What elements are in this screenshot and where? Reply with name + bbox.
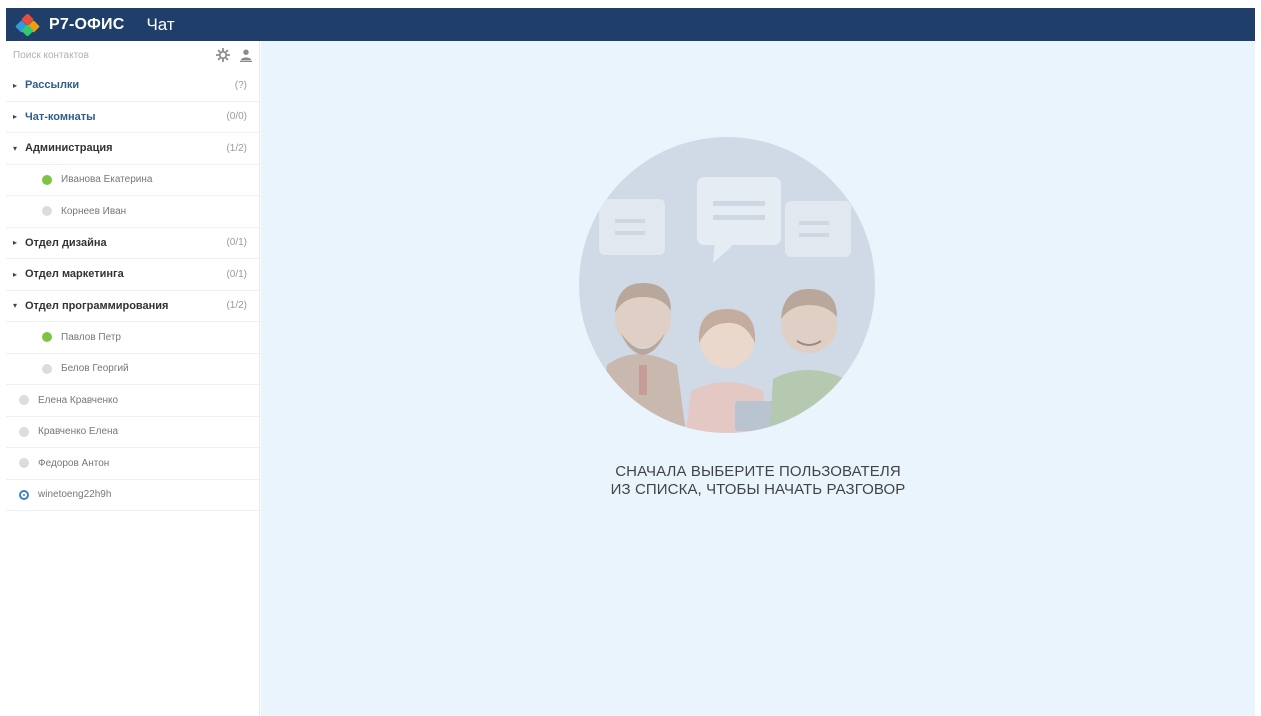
group-programming[interactable]: ▾ Отдел программирования (1/2) xyxy=(6,291,259,322)
r7-logo-icon xyxy=(15,13,40,36)
chat-main-area: СНАЧАЛА ВЫБЕРИТЕ ПОЛЬЗОВАТЕЛЯ ИЗ СПИСКА,… xyxy=(261,41,1255,716)
contact-name: winetoeng22h9h xyxy=(38,489,112,501)
contact-item-self[interactable]: winetoeng22h9h xyxy=(6,480,259,511)
contact-item[interactable]: Федоров Антон xyxy=(6,448,259,480)
self-status-icon xyxy=(19,489,29,500)
group-chat-rooms[interactable]: ▸ Чат-комнаты (0/0) xyxy=(6,102,259,133)
empty-state-message: СНАЧАЛА ВЫБЕРИТЕ ПОЛЬЗОВАТЕЛЯ ИЗ СПИСКА,… xyxy=(261,463,1255,499)
caret-right-icon[interactable]: ▸ xyxy=(13,112,23,121)
offline-status-icon xyxy=(19,458,29,469)
contact-name: Елена Кравченко xyxy=(38,394,119,406)
empty-chat-illustration xyxy=(579,137,875,433)
group-name: Администрация xyxy=(25,142,113,155)
contact-item[interactable]: Кравченко Елена xyxy=(6,417,259,448)
search-contacts-input[interactable] xyxy=(13,45,203,66)
group-name: Чат-комнаты xyxy=(25,110,96,123)
group-count: (1/2) xyxy=(226,300,247,312)
search-row xyxy=(6,41,259,70)
offline-status-icon xyxy=(42,206,52,217)
contact-name: Федоров Антон xyxy=(38,457,110,469)
group-name: Отдел маркетинга xyxy=(25,268,124,281)
group-name: Рассылки xyxy=(25,79,80,92)
contact-name: Павлов Петр xyxy=(61,331,121,343)
group-count: (1/2) xyxy=(226,142,247,154)
contact-name: Корнеев Иван xyxy=(61,205,127,217)
offline-status-icon xyxy=(19,426,29,437)
chat-app: Р7-ОФИС Чат Поиск контактов ▸ Рассылки (… xyxy=(6,8,1255,716)
gear-icon[interactable] xyxy=(216,48,230,62)
r7-logo[interactable]: Р7-ОФИС xyxy=(14,13,125,36)
online-status-icon xyxy=(42,174,52,185)
group-marketing[interactable]: ▸ Отдел маркетинга (0/1) xyxy=(6,259,259,291)
group-count: (0/0) xyxy=(226,111,247,123)
top-bar: Р7-ОФИС Чат xyxy=(6,8,1255,41)
group-administration[interactable]: ▾ Администрация (1/2) xyxy=(6,133,259,165)
caret-down-icon[interactable]: ▾ xyxy=(13,301,23,310)
contact-item[interactable]: Елена Кравченко xyxy=(6,385,259,417)
offline-status-icon xyxy=(42,363,52,374)
group-design[interactable]: ▸ Отдел дизайна (0/1) xyxy=(6,228,259,259)
caret-right-icon[interactable]: ▸ xyxy=(13,270,23,279)
module-title[interactable]: Чат xyxy=(146,15,174,35)
empty-state-line-1: СНАЧАЛА ВЫБЕРИТЕ ПОЛЬЗОВАТЕЛЯ xyxy=(615,463,901,480)
contact-item[interactable]: Корнеев Иван xyxy=(6,196,259,228)
caret-right-icon[interactable]: ▸ xyxy=(13,81,23,90)
contact-list: ▸ Рассылки (?) ▸ Чат-комнаты (0/0) ▾ Адм… xyxy=(6,70,259,511)
group-count: (0/1) xyxy=(226,237,247,249)
contact-item[interactable]: Белов Георгий xyxy=(6,354,259,385)
empty-state-line-2: ИЗ СПИСКА, ЧТОБЫ НАЧАТЬ РАЗГОВОР xyxy=(610,481,906,498)
contacts-sidebar: ▸ Рассылки (?) ▸ Чат-комнаты (0/0) ▾ Адм… xyxy=(6,41,260,716)
caret-right-icon[interactable]: ▸ xyxy=(13,238,23,247)
group-name: Отдел программирования xyxy=(25,299,169,312)
contact-name: Белов Георгий xyxy=(61,363,129,375)
contact-item[interactable]: Павлов Петр xyxy=(6,322,259,354)
group-count: (0/1) xyxy=(226,268,247,280)
offline-status-icon xyxy=(19,395,29,406)
contact-name: Кравченко Елена xyxy=(38,426,119,438)
group-broadcasts[interactable]: ▸ Рассылки (?) xyxy=(6,70,259,102)
caret-down-icon[interactable]: ▾ xyxy=(13,144,23,153)
group-name: Отдел дизайна xyxy=(25,236,107,249)
online-status-icon xyxy=(42,332,52,343)
contact-item[interactable]: Иванова Екатерина xyxy=(6,165,259,196)
sidebar-tools xyxy=(216,48,253,62)
contact-name: Иванова Екатерина xyxy=(61,174,153,186)
brand-name: Р7-ОФИС xyxy=(49,15,125,33)
group-count: (?) xyxy=(234,79,247,91)
add-user-icon[interactable] xyxy=(239,48,253,62)
